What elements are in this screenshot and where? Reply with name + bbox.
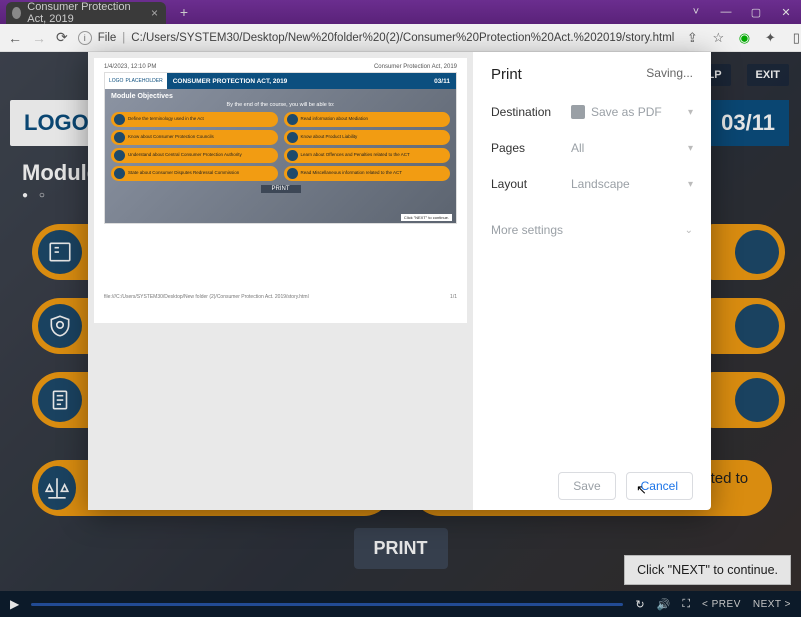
more-settings-toggle[interactable]: More settings⌄ bbox=[491, 223, 693, 237]
window-titlebar: Consumer Protection Act, 2019 × + ˅ — ▢ … bbox=[0, 0, 801, 24]
url-prefix: File bbox=[98, 32, 117, 44]
chevron-down-icon: ⌄ bbox=[685, 225, 693, 236]
preview-logo: LOGOPLACEHOLDER bbox=[105, 73, 167, 89]
preview-objectives-grid: Define the terminology used in the Act R… bbox=[105, 112, 456, 181]
tab-title: Consumer Protection Act, 2019 bbox=[27, 1, 145, 25]
pdf-icon bbox=[571, 105, 585, 119]
print-settings-pane: Print Saving... Destination Save as PDF▾… bbox=[473, 52, 711, 510]
share-icon[interactable]: ⇪ bbox=[684, 30, 700, 46]
preview-print-button: PRINT bbox=[261, 185, 301, 193]
preview-lead: By the end of the course, you will be ab… bbox=[105, 102, 456, 108]
back-button[interactable]: ← bbox=[8, 30, 22, 46]
star-icon[interactable]: ☆ bbox=[710, 30, 726, 46]
chevron-down-icon[interactable]: ˅ bbox=[681, 0, 711, 24]
preview-page: 1/4/2023, 12:10 PM Consumer Protection Ac… bbox=[94, 58, 467, 323]
favicon-icon bbox=[12, 7, 21, 19]
reload-button[interactable]: ⟳ bbox=[56, 29, 68, 46]
print-preview-pane: 1/4/2023, 12:10 PM Consumer Protection Ac… bbox=[88, 52, 473, 510]
chevron-down-icon: ▾ bbox=[688, 107, 693, 118]
layout-field[interactable]: Layout Landscape▾ bbox=[491, 177, 693, 191]
extension-icon[interactable]: ◉ bbox=[736, 30, 752, 46]
forward-button[interactable]: → bbox=[32, 30, 46, 46]
cancel-button[interactable]: Cancel bbox=[626, 472, 693, 500]
extensions-icon[interactable]: ✦ bbox=[762, 30, 778, 46]
url-display[interactable]: i File | C:/Users/SYSTEM30/Desktop/New%2… bbox=[78, 31, 675, 45]
preview-timestamp: 1/4/2023, 12:10 PM bbox=[104, 64, 156, 70]
print-status: Saving... bbox=[646, 66, 693, 80]
print-dialog: 1/4/2023, 12:10 PM Consumer Protection Ac… bbox=[88, 52, 711, 510]
preview-slide-title: CONSUMER PROTECTION ACT, 201903/11 bbox=[167, 73, 456, 89]
info-icon[interactable]: i bbox=[78, 31, 92, 45]
save-button[interactable]: Save bbox=[558, 472, 615, 500]
chevron-down-icon: ▾ bbox=[688, 179, 693, 190]
window-controls: ˅ — ▢ ✕ bbox=[681, 0, 801, 24]
pages-field[interactable]: Pages All▾ bbox=[491, 141, 693, 155]
address-bar: ← → ⟳ i File | C:/Users/SYSTEM30/Desktop… bbox=[0, 24, 801, 52]
page-viewport: S HELP EXIT LOGO 03/11 Module C ● ○ Stat… bbox=[0, 52, 801, 617]
url-text: C:/Users/SYSTEM30/Desktop/New%20folder%2… bbox=[131, 32, 674, 44]
destination-field[interactable]: Destination Save as PDF▾ bbox=[491, 105, 693, 119]
preview-tip: Click "NEXT" to continue. bbox=[401, 214, 452, 221]
new-tab-button[interactable]: + bbox=[174, 2, 194, 22]
preview-subtitle: Module Objectives bbox=[111, 93, 450, 100]
close-tab-icon[interactable]: × bbox=[151, 6, 158, 20]
preview-header-title: Consumer Protection Act, 2019 bbox=[374, 64, 457, 70]
chevron-down-icon: ▾ bbox=[688, 143, 693, 154]
close-icon[interactable]: ✕ bbox=[771, 0, 801, 24]
browser-tab[interactable]: Consumer Protection Act, 2019 × bbox=[6, 2, 166, 24]
minimize-icon[interactable]: — bbox=[711, 0, 741, 24]
maximize-icon[interactable]: ▢ bbox=[741, 0, 771, 24]
reading-list-icon[interactable]: ▯ bbox=[788, 30, 801, 46]
